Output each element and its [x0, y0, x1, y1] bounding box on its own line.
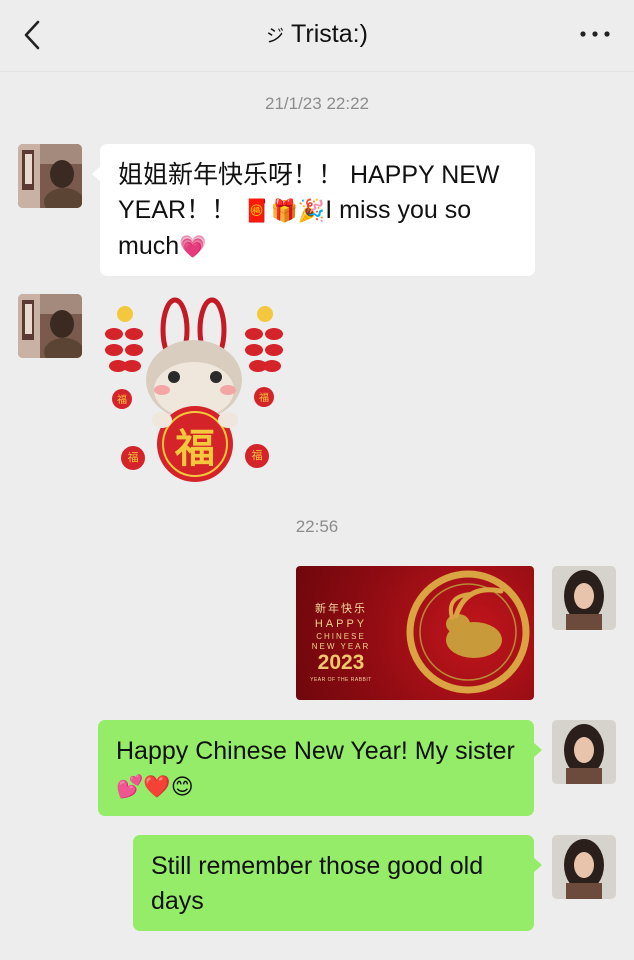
more-dots-icon[interactable] [578, 26, 612, 42]
name-prefix-symbol: ジ [266, 26, 285, 47]
bubble-tail [533, 857, 542, 873]
firecracker-icon [245, 306, 283, 372]
card-new-year: NEW YEAR [311, 642, 371, 651]
heart-emoji: 💗 [179, 235, 207, 260]
message-bubble[interactable]: Still remember those good old days [133, 835, 542, 931]
mini-fu-character: 福 [259, 393, 269, 404]
bubble-tail [533, 742, 542, 758]
mini-fu-character: 福 [127, 451, 139, 464]
card-chinese-title: 新年快乐 [315, 602, 367, 615]
message-bubble[interactable]: Happy Chinese New Year! My sister 💕❤️😊 [98, 720, 542, 816]
card-chinese: CHINESE [316, 632, 366, 641]
my-avatar[interactable] [552, 720, 616, 784]
card-happy: HAPPY [314, 618, 368, 630]
message-emojis: 🧧🎁🎉 [243, 199, 326, 224]
chat-title: ジ Trista:) [0, 20, 634, 49]
card-subtitle: YEAR OF THE RABBIT [310, 677, 372, 683]
contact-avatar[interactable] [18, 294, 82, 358]
bubble-tail [92, 166, 101, 182]
contact-name: Trista:) [291, 20, 368, 48]
card-text-block: 新年快乐 HAPPY CHINESE NEW YEAR 2023 YEAR OF… [308, 600, 374, 683]
firecracker-icon [105, 306, 143, 372]
chat-header: ジ Trista:) [0, 0, 634, 72]
my-avatar[interactable] [552, 566, 616, 630]
rabbit-fu-sticker[interactable]: 福 福 福 福 福 [100, 292, 290, 487]
my-avatar[interactable] [552, 835, 616, 899]
mini-fu-character: 福 [251, 449, 263, 462]
contact-avatar[interactable] [18, 144, 82, 208]
message-text: Still remember those good old days [151, 852, 484, 915]
message-text: Happy Chinese New Year! My sister [116, 737, 515, 765]
message-emojis: 💕❤️😊 [116, 775, 194, 800]
mini-fu-character: 福 [117, 395, 127, 406]
message-bubble[interactable]: 姐姐新年快乐呀！！ HAPPY NEW YEAR！！ 🧧🎁🎉I miss you… [92, 144, 535, 276]
cny-image-card[interactable]: 新年快乐 HAPPY CHINESE NEW YEAR 2023 YEAR OF… [296, 566, 534, 700]
timestamp: 21/1/23 22:22 [265, 94, 369, 113]
card-year: 2023 [317, 651, 365, 674]
fu-character: 福 [175, 426, 215, 472]
timestamp: 22:56 [295, 517, 339, 536]
